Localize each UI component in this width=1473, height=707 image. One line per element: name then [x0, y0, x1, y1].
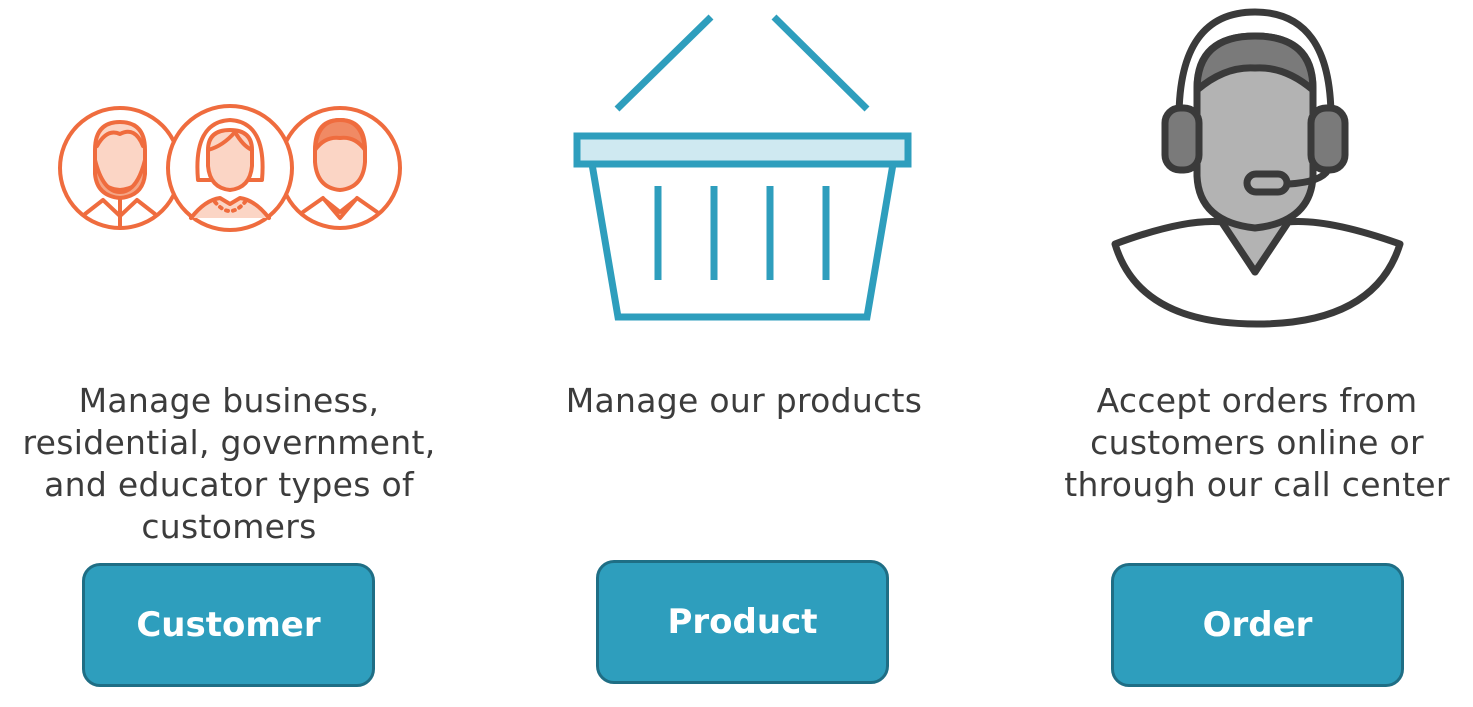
product-button[interactable]: Product — [596, 560, 889, 684]
description-line: residential, government, — [22, 423, 436, 462]
description-line: customers online or — [1090, 423, 1424, 462]
description-line: and educator types of — [44, 465, 414, 504]
customer-button-label: Customer — [136, 605, 321, 645]
order-button-label: Order — [1202, 605, 1313, 645]
order-description: Accept orders from customers online or t… — [1027, 380, 1473, 506]
description-line: Manage our products — [565, 381, 923, 420]
description-line: customers — [141, 507, 317, 546]
product-button-label: Product — [667, 602, 818, 642]
description-line: Accept orders from — [1096, 381, 1418, 420]
customer-description: Manage business, residential, government… — [0, 380, 459, 548]
order-button[interactable]: Order — [1111, 563, 1404, 687]
customers-group-icon — [58, 104, 402, 232]
call-center-agent-icon — [1111, 8, 1404, 328]
shopping-basket-icon — [573, 14, 912, 321]
description-line: Manage business, — [78, 381, 380, 420]
description-line: through our call center — [1064, 465, 1450, 504]
product-description: Manage our products — [514, 380, 974, 422]
customer-button[interactable]: Customer — [82, 563, 375, 687]
